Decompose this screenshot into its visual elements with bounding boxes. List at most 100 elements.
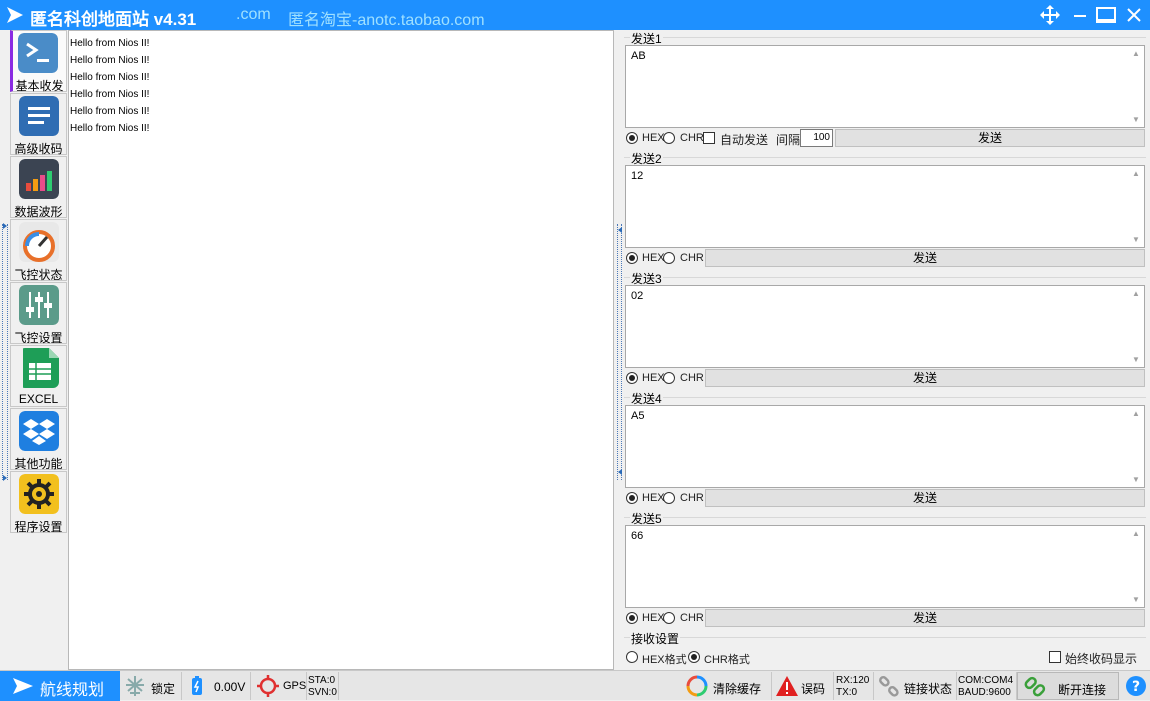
gear-icon <box>19 474 59 514</box>
route-planning-button[interactable]: 航线规划 <box>0 671 120 701</box>
rx-value: RX:120 <box>836 675 870 686</box>
sidebar-item-label: 数据波形 <box>14 205 63 219</box>
chr-radio[interactable] <box>663 492 675 504</box>
voltage-value: 0.00V <box>214 680 246 694</box>
error-code-status: 误码 <box>772 672 834 700</box>
sidebar-item-other[interactable]: 其他功能 <box>10 408 67 471</box>
send-button-3[interactable]: 发送 <box>705 369 1145 387</box>
recv-chr-label: CHR格式 <box>704 654 750 666</box>
chr-radio-label: CHR <box>680 252 704 264</box>
chr-radio[interactable] <box>663 372 675 384</box>
left-collapse-strip[interactable] <box>0 30 10 670</box>
send-button-2[interactable]: 发送 <box>705 249 1145 267</box>
collapse-arrow-icon <box>618 469 622 475</box>
bar-chart-icon <box>19 159 59 199</box>
hex-radio[interactable] <box>626 492 638 504</box>
error-code-label: 误码 <box>801 682 826 696</box>
receive-settings-label: 接收设置 <box>630 630 681 647</box>
scrollbar[interactable]: ▲ ▼ <box>1128 286 1144 367</box>
sidebar-item-excel[interactable]: EXCEL <box>10 345 67 407</box>
receive-line: Hello from Nios II! <box>70 89 150 100</box>
send-controls-3: HEX CHR 发送 <box>625 368 1146 388</box>
send-input-4[interactable]: A5 ▲ ▼ <box>625 405 1145 488</box>
chr-radio-label: CHR <box>680 372 704 384</box>
sidebar-item-label: 飞控状态 <box>14 268 63 282</box>
close-button[interactable] <box>1122 3 1146 27</box>
warning-icon <box>776 676 798 696</box>
scrollbar[interactable]: ▲ ▼ <box>1128 526 1144 607</box>
move-button[interactable] <box>1038 3 1062 27</box>
send-input-3[interactable]: 02 ▲ ▼ <box>625 285 1145 368</box>
always-show-checkbox[interactable] <box>1049 651 1061 663</box>
sidebar-item-program-settings[interactable]: 程序设置 <box>10 471 67 534</box>
clear-cache-label: 清除缓存 <box>713 682 762 696</box>
disconnect-button[interactable]: 断开连接 <box>1017 672 1119 700</box>
sidebar: 基本收发 高级收码 数据波形 飞控状态 飞控设置 EXCEL 其他功能 程序设置 <box>10 30 68 670</box>
paper-plane-icon <box>7 7 23 23</box>
expand-arrow-icon <box>3 475 7 481</box>
help-button[interactable]: ? <box>1121 672 1150 700</box>
send-controls-4: HEX CHR 发送 <box>625 488 1146 508</box>
hex-radio[interactable] <box>626 132 638 144</box>
recv-chr-radio[interactable] <box>688 651 700 663</box>
sidebar-item-advanced[interactable]: 高级收码 <box>10 93 67 156</box>
chain-link-icon <box>1024 676 1046 697</box>
receive-settings-controls: HEX格式 CHR格式 始终收码显示 <box>625 647 1146 667</box>
chr-radio[interactable] <box>663 132 675 144</box>
title-bar: 匿名科创地面站 v4.31 .com 匿名淘宝-anotc.taobao.com <box>0 0 1150 30</box>
link-status: 链接状态 <box>874 672 957 700</box>
sidebar-item-basic[interactable]: 基本收发 <box>10 30 67 93</box>
send-controls-5: HEX CHR 发送 <box>625 608 1146 628</box>
baud-rate-value: BAUD:9600 <box>958 687 1011 698</box>
rx-tx-status: RX:120 TX:0 <box>834 672 874 700</box>
send-button-1[interactable]: 发送 <box>835 129 1145 147</box>
terminal-icon <box>18 33 58 73</box>
sidebar-item-label: EXCEL <box>18 392 59 406</box>
hex-radio[interactable] <box>626 252 638 264</box>
send-input-5[interactable]: 66 ▲ ▼ <box>625 525 1145 608</box>
battery-icon <box>192 676 202 695</box>
chr-radio[interactable] <box>663 252 675 264</box>
route-planning-label: 航线规划 <box>40 682 105 699</box>
send-input-1[interactable]: AB ▲ ▼ <box>625 45 1145 128</box>
receive-line: Hello from Nios II! <box>70 123 150 134</box>
help-icon: ? <box>1126 676 1146 696</box>
panel-splitter[interactable] <box>614 30 624 670</box>
sidebar-item-flight-status[interactable]: 飞控状态 <box>10 219 67 282</box>
hex-radio-label: HEX <box>642 492 665 504</box>
auto-send-checkbox[interactable] <box>703 132 715 144</box>
receive-line: Hello from Nios II! <box>70 106 150 117</box>
send-button-4[interactable]: 发送 <box>705 489 1145 507</box>
chr-radio[interactable] <box>663 612 675 624</box>
interval-input[interactable]: 100 <box>800 129 833 147</box>
send-button-5[interactable]: 发送 <box>705 609 1145 627</box>
hex-radio[interactable] <box>626 372 638 384</box>
always-show-label: 始终收码显示 <box>1065 652 1138 666</box>
hex-radio-label: HEX <box>642 252 665 264</box>
port-status: COM:COM4 BAUD:9600 <box>957 672 1017 700</box>
hex-radio-label: HEX <box>642 372 665 384</box>
send-input-value: 02 <box>631 290 644 302</box>
clear-cache-button[interactable]: 清除缓存 <box>684 672 772 700</box>
move-arrows-icon <box>1040 5 1060 25</box>
scrollbar[interactable]: ▲ ▼ <box>1128 166 1144 247</box>
sidebar-item-label: 飞控设置 <box>14 331 63 345</box>
sidebar-item-waveform[interactable]: 数据波形 <box>10 156 67 219</box>
sidebar-item-flight-settings[interactable]: 飞控设置 <box>10 282 67 345</box>
spreadsheet-icon <box>23 348 59 388</box>
send-controls-2: HEX CHR 发送 <box>625 248 1146 268</box>
receive-text-area[interactable]: Hello from Nios II! Hello from Nios II! … <box>68 30 614 670</box>
lock-label: 锁定 <box>151 682 176 696</box>
hex-radio[interactable] <box>626 612 638 624</box>
scrollbar[interactable]: ▲ ▼ <box>1128 406 1144 487</box>
dropbox-icon <box>19 411 59 451</box>
scrollbar[interactable]: ▲ ▼ <box>1128 46 1144 127</box>
send-controls-1: HEX CHR 自动发送 间隔 100 发送 <box>625 128 1146 148</box>
document-lines-icon <box>19 96 59 136</box>
recv-hex-radio[interactable] <box>626 651 638 663</box>
maximize-icon <box>1096 7 1116 23</box>
maximize-button[interactable] <box>1094 3 1118 27</box>
minimize-button[interactable] <box>1068 3 1092 27</box>
send-input-2[interactable]: 12 ▲ ▼ <box>625 165 1145 248</box>
crosshair-icon <box>257 675 279 697</box>
